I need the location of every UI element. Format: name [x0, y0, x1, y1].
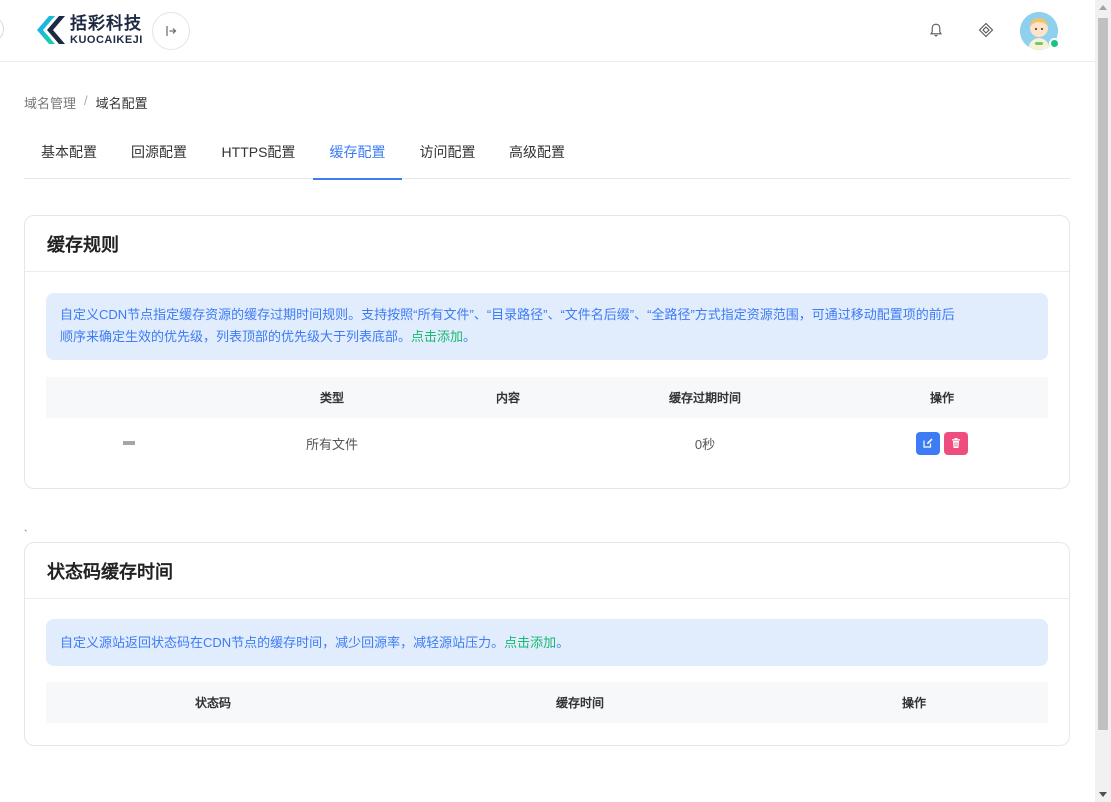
breadcrumb-domain-config: 域名配置 [95, 96, 148, 111]
brand-logo[interactable]: 括彩科技 KUOCAIKEJI [32, 13, 143, 47]
cache-rules-notice: 自定义CDN节点指定缓存资源的缓存过期时间规则。支持按照“所有文件”、“目录路径… [46, 293, 1048, 360]
cache-rules-card: 缓存规则 自定义CDN节点指定缓存资源的缓存过期时间规则。支持按照“所有文件”、… [24, 215, 1070, 489]
stray-mark: ` [24, 529, 28, 541]
tab-origin-config[interactable]: 回源配置 [114, 124, 204, 179]
row-type-cell: 所有文件 [305, 436, 358, 452]
settings-button[interactable] [977, 21, 995, 39]
brand-name-en: KUOCAIKEJI [70, 33, 143, 46]
cache-rules-table-header: 类型 内容 缓存过期时间 操作 [46, 377, 1048, 418]
sidebar-collapse-icon [166, 26, 177, 36]
drag-handle[interactable] [119, 418, 139, 468]
logo-mark-icon [37, 16, 65, 44]
config-tabs: 基本配置 回源配置 HTTPS配置 缓存配置 访问配置 高级配置 [24, 124, 1070, 180]
top-header: 括彩科技 KUOCAIKEJI [0, 0, 1095, 62]
tab-cache-config[interactable]: 缓存配置 [313, 124, 402, 180]
scrollbar-thumb[interactable] [1098, 18, 1108, 730]
row-actions-cell [892, 418, 992, 468]
tab-advanced-config[interactable]: 高级配置 [493, 124, 581, 179]
sidebar-toggle-button[interactable] [152, 12, 190, 50]
status-notice-text: 自定义源站返回状态码在CDN节点的缓存时间，减少回源率，减轻源站压力。 [60, 634, 505, 650]
status-notice-end: 。 [556, 634, 570, 650]
column-header-status-actions: 操作 [901, 696, 926, 710]
column-header-type: 类型 [319, 391, 344, 405]
column-header-expire: 缓存过期时间 [668, 391, 741, 405]
notice-line-2: 顺序来确定生效的优先级，列表顶部的优先级大于列表底部。 [60, 329, 412, 344]
drag-dots-icon [123, 441, 135, 445]
column-header-status-code: 状态码 [194, 696, 231, 710]
online-status-dot [1049, 38, 1060, 49]
status-code-cache-card: 状态码缓存时间 自定义源站返回状态码在CDN节点的缓存时间，减少回源率，减轻源站… [24, 542, 1070, 746]
column-header-actions: 操作 [929, 391, 954, 405]
delete-icon [952, 438, 960, 448]
diamond-grid-icon [978, 22, 994, 38]
sidebar-edge [0, 18, 4, 40]
column-header-cache-time: 缓存时间 [555, 696, 604, 710]
cache-rules-title: 缓存规则 [25, 216, 1069, 272]
edit-icon [923, 438, 933, 448]
delete-button[interactable] [944, 431, 968, 455]
row-content-cell [458, 418, 558, 468]
breadcrumb: 域名管理 / 域名配置 [24, 93, 148, 112]
status-code-cache-title: 状态码缓存时间 [25, 543, 1069, 599]
row-expire-cell: 0秒 [694, 436, 716, 452]
tab-basic-config[interactable]: 基本配置 [24, 124, 114, 179]
tab-access-config[interactable]: 访问配置 [402, 124, 493, 179]
table-row: 所有文件 0秒 [46, 418, 1048, 468]
user-avatar-button[interactable] [1020, 12, 1060, 50]
notice-line-end: 。 [463, 329, 477, 344]
add-status-code-link[interactable]: 点击添加 [504, 632, 556, 654]
edit-button[interactable] [916, 431, 940, 455]
column-header-content: 内容 [495, 391, 520, 405]
scroll-down-arrow-icon[interactable] [1099, 792, 1107, 797]
brand-name-cn: 括彩科技 [70, 13, 142, 33]
notice-line-1: 自定义CDN节点指定缓存资源的缓存过期时间规则。支持按照“所有文件”、“目录路径… [60, 307, 955, 322]
bell-icon [929, 23, 943, 37]
notification-button[interactable] [927, 21, 945, 39]
add-cache-rule-link[interactable]: 点击添加 [411, 329, 463, 344]
status-code-table-header: 状态码 缓存时间 操作 [46, 682, 1048, 723]
breadcrumb-separator: / [84, 93, 88, 108]
status-code-notice: 自定义源站返回状态码在CDN节点的缓存时间，减少回源率，减轻源站压力。 点击添加。 [46, 619, 1048, 666]
breadcrumb-domain-management[interactable]: 域名管理 [24, 93, 76, 112]
tab-https-config[interactable]: HTTPS配置 [204, 124, 313, 179]
scroll-up-arrow-icon[interactable] [1099, 5, 1107, 10]
page-scrollbar[interactable] [1095, 0, 1111, 802]
